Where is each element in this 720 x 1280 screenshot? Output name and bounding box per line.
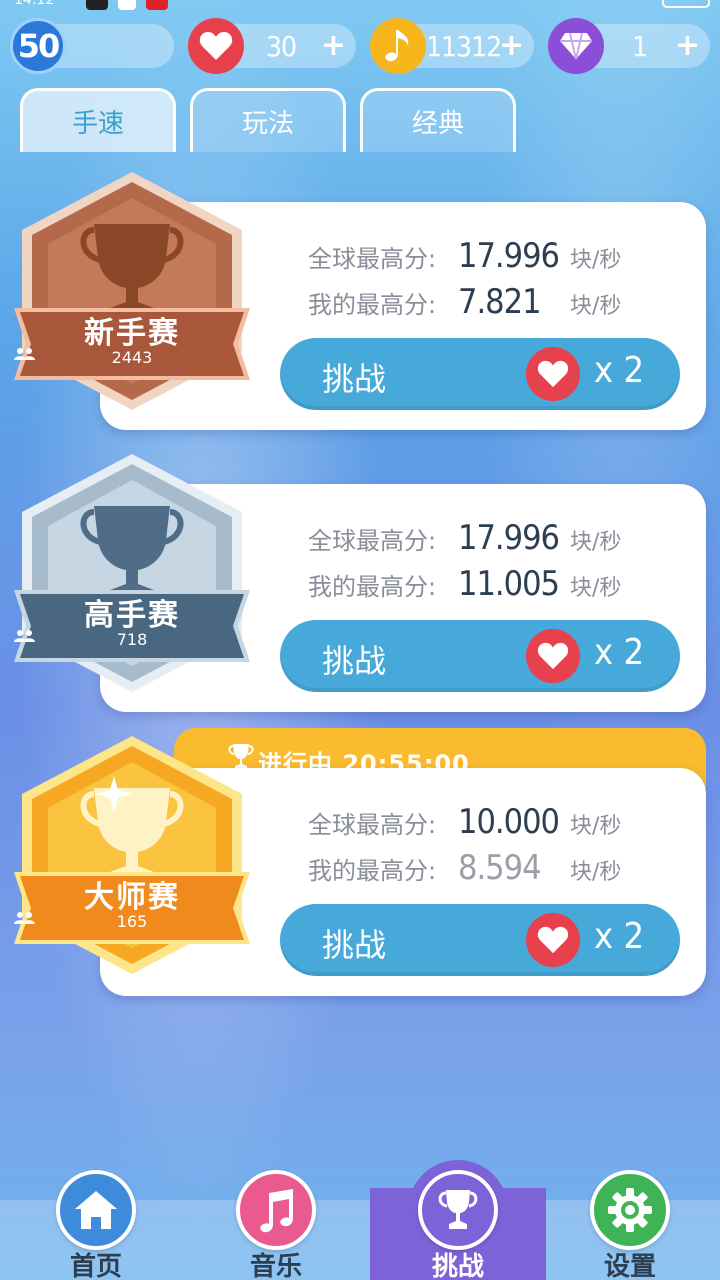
contest-name: 大师赛 [84, 880, 180, 915]
challenge-button[interactable]: 挑战 x 2 [280, 620, 680, 692]
notes-pill[interactable]: 11312 + [370, 18, 534, 74]
player-count: 165 [14, 912, 250, 931]
player-count: 2443 [14, 348, 250, 367]
status-time: 14:12 [14, 0, 55, 8]
nav-settings[interactable]: 设置 [560, 1160, 700, 1280]
notification-icon [118, 0, 136, 10]
global-best-label: 全球最高分: [308, 811, 437, 839]
challenge-button[interactable]: 挑战 x 2 [280, 904, 680, 976]
level-pill[interactable]: 50 [10, 18, 174, 74]
gear-icon [590, 1170, 670, 1250]
gems-count: 1 [632, 30, 648, 63]
my-best-row: 我的最高分: 8.594 块/秒 [308, 848, 621, 888]
global-best-value: 17.996 [458, 236, 560, 276]
resource-bar: 50 30 + 11312 + 1 + [0, 18, 720, 76]
heart-cost: x 2 [594, 916, 645, 957]
challenge-button-label: 挑战 [322, 642, 387, 680]
hearts-count: 30 [266, 30, 297, 63]
novice-badge: 新手赛 2443 [14, 168, 250, 414]
challenge-button-label: 挑战 [322, 360, 387, 398]
heart-icon [526, 347, 580, 401]
challenge-button-label: 挑战 [322, 926, 387, 964]
unit-label: 块/秒 [570, 814, 622, 839]
people-icon [14, 630, 35, 642]
contest-name: 高手赛 [84, 598, 180, 633]
expert-badge: 高手赛 718 [14, 450, 250, 696]
master-badge: 大师赛 165 [14, 732, 250, 978]
unit-label: 块/秒 [570, 860, 622, 885]
global-best-label: 全球最高分: [308, 245, 437, 273]
player-count: 718 [14, 630, 250, 649]
status-bar: 14:12 [0, 0, 720, 12]
level-badge: 50 [10, 18, 66, 74]
global-best-row: 全球最高分: 17.996 块/秒 [308, 518, 621, 558]
unit-label: 块/秒 [570, 248, 622, 273]
player-count-value: 718 [116, 630, 148, 649]
tab-gameplay[interactable]: 玩法 [190, 88, 346, 152]
my-best-value: 7.821 [458, 282, 542, 322]
heart-cost: x 2 [594, 350, 645, 391]
global-best-value: 17.996 [458, 518, 560, 558]
unit-label: 块/秒 [570, 576, 622, 601]
hearts-pill[interactable]: 30 + [188, 18, 356, 74]
music-note-icon [236, 1170, 316, 1250]
add-gems-button[interactable]: + [675, 28, 700, 63]
app-notification-icon [146, 0, 168, 10]
home-icon [56, 1170, 136, 1250]
notes-count: 11312 [426, 30, 502, 63]
add-hearts-button[interactable]: + [321, 28, 346, 63]
global-best-row: 全球最高分: 10.000 块/秒 [308, 802, 621, 842]
unit-label: 块/秒 [570, 294, 622, 319]
status-icons [86, 0, 168, 10]
nav-challenge-label: 挑战 [431, 1252, 484, 1280]
player-count-value: 165 [116, 912, 148, 931]
gems-pill[interactable]: 1 + [548, 18, 710, 74]
nav-challenge[interactable]: 挑战 [388, 1160, 528, 1280]
heart-icon [526, 629, 580, 683]
qq-icon [86, 0, 108, 10]
global-best-value: 10.000 [458, 802, 560, 842]
diamond-icon [548, 18, 604, 74]
global-best-label: 全球最高分: [308, 527, 437, 555]
my-best-row: 我的最高分: 7.821 块/秒 [308, 282, 621, 322]
trophy-icon [418, 1170, 498, 1250]
nav-home[interactable]: 首页 [26, 1160, 166, 1280]
nav-music-label: 音乐 [249, 1252, 302, 1280]
my-best-value: 11.005 [458, 564, 560, 604]
people-icon [14, 348, 35, 360]
challenge-button[interactable]: 挑战 x 2 [280, 338, 680, 410]
nav-music[interactable]: 音乐 [206, 1160, 346, 1280]
nav-settings-label: 设置 [603, 1252, 656, 1280]
heart-cost: x 2 [594, 632, 645, 673]
global-best-row: 全球最高分: 17.996 块/秒 [308, 236, 621, 276]
my-best-label: 我的最高分: [308, 857, 437, 885]
music-note-icon [370, 18, 426, 74]
unit-label: 块/秒 [570, 530, 622, 555]
tab-classic[interactable]: 经典 [360, 88, 516, 152]
contest-name: 新手赛 [84, 316, 180, 351]
heart-icon [526, 913, 580, 967]
heart-icon [188, 18, 244, 74]
nav-home-label: 首页 [69, 1252, 122, 1280]
my-best-row: 我的最高分: 11.005 块/秒 [308, 564, 621, 604]
player-count-value: 2443 [111, 348, 153, 367]
add-notes-button[interactable]: + [499, 28, 524, 63]
people-icon [14, 912, 35, 924]
battery-icon [662, 0, 710, 8]
my-best-label: 我的最高分: [308, 573, 437, 601]
tab-speed[interactable]: 手速 [20, 88, 176, 152]
my-best-label: 我的最高分: [308, 291, 437, 319]
my-best-value: 8.594 [458, 848, 542, 888]
